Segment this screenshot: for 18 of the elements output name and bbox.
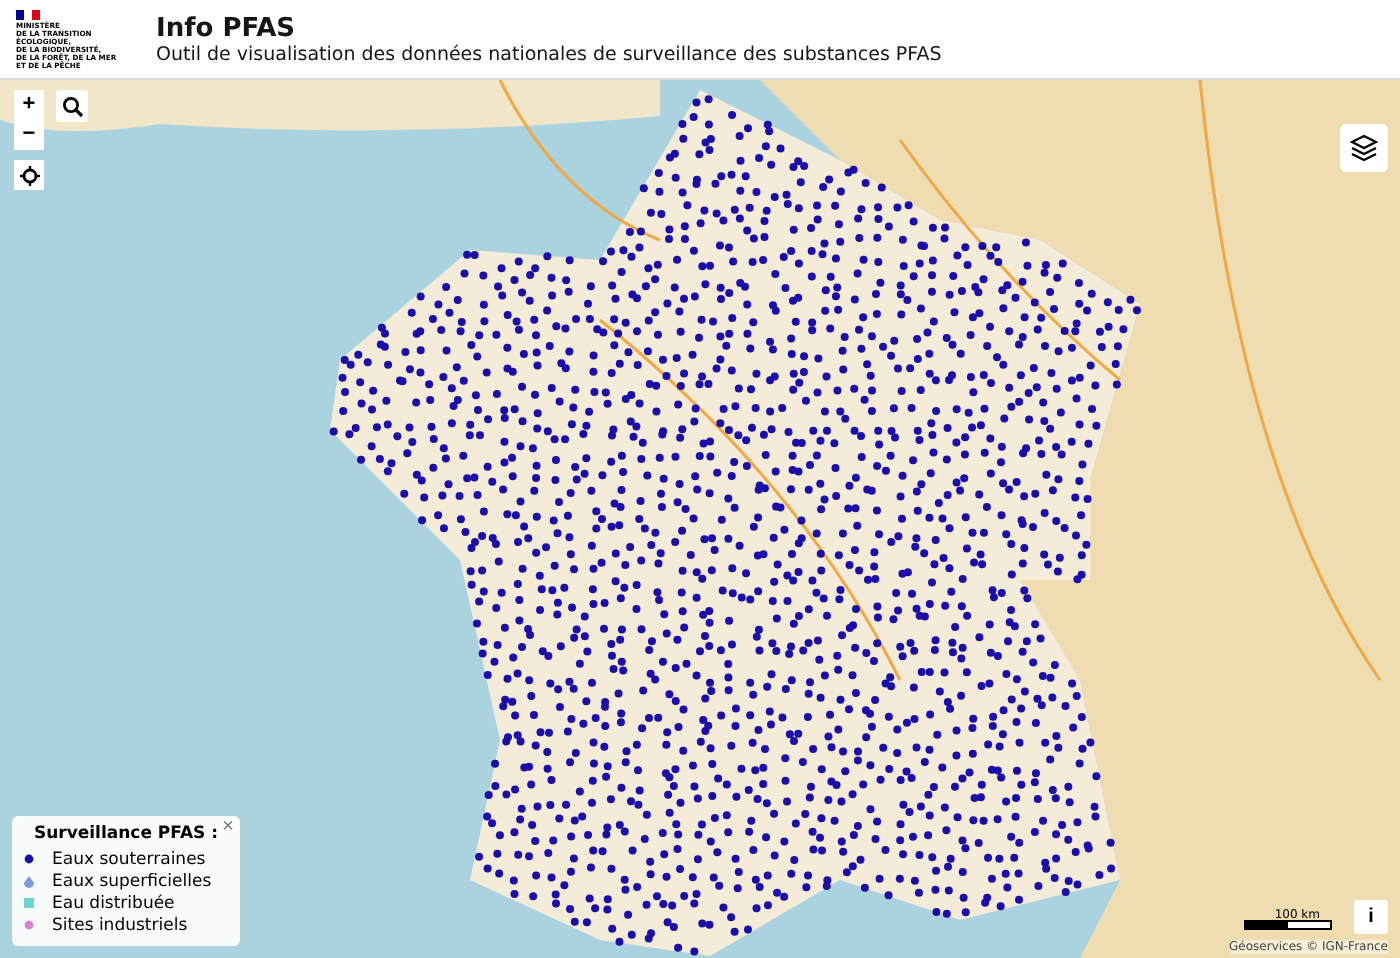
flag-icon [16,9,40,19]
app-title: Info PFAS [156,13,298,43]
locate-button[interactable] [14,160,44,190]
legend-label: Eau distribuée [52,893,175,913]
layers-button[interactable] [1340,124,1388,172]
close-button[interactable]: × [222,818,234,838]
search-button[interactable] [56,90,88,122]
map-drawing[interactable] [0,80,1400,958]
scale-bar [1244,920,1332,930]
legend-title: Surveillance PFAS : [31,824,221,844]
layers-icon [1350,134,1378,162]
legend-label: Eaux superficielles [52,871,212,891]
crosshair-icon [19,165,39,185]
info-button[interactable]: i [1354,900,1388,934]
search-icon [61,95,83,117]
app-subtitle: Outil de visualisation des données nationales de surveillance des substances PFAS [156,43,942,65]
legend-label: Eaux souterraines [52,849,206,869]
legend-label: Sites industriels [52,915,188,935]
